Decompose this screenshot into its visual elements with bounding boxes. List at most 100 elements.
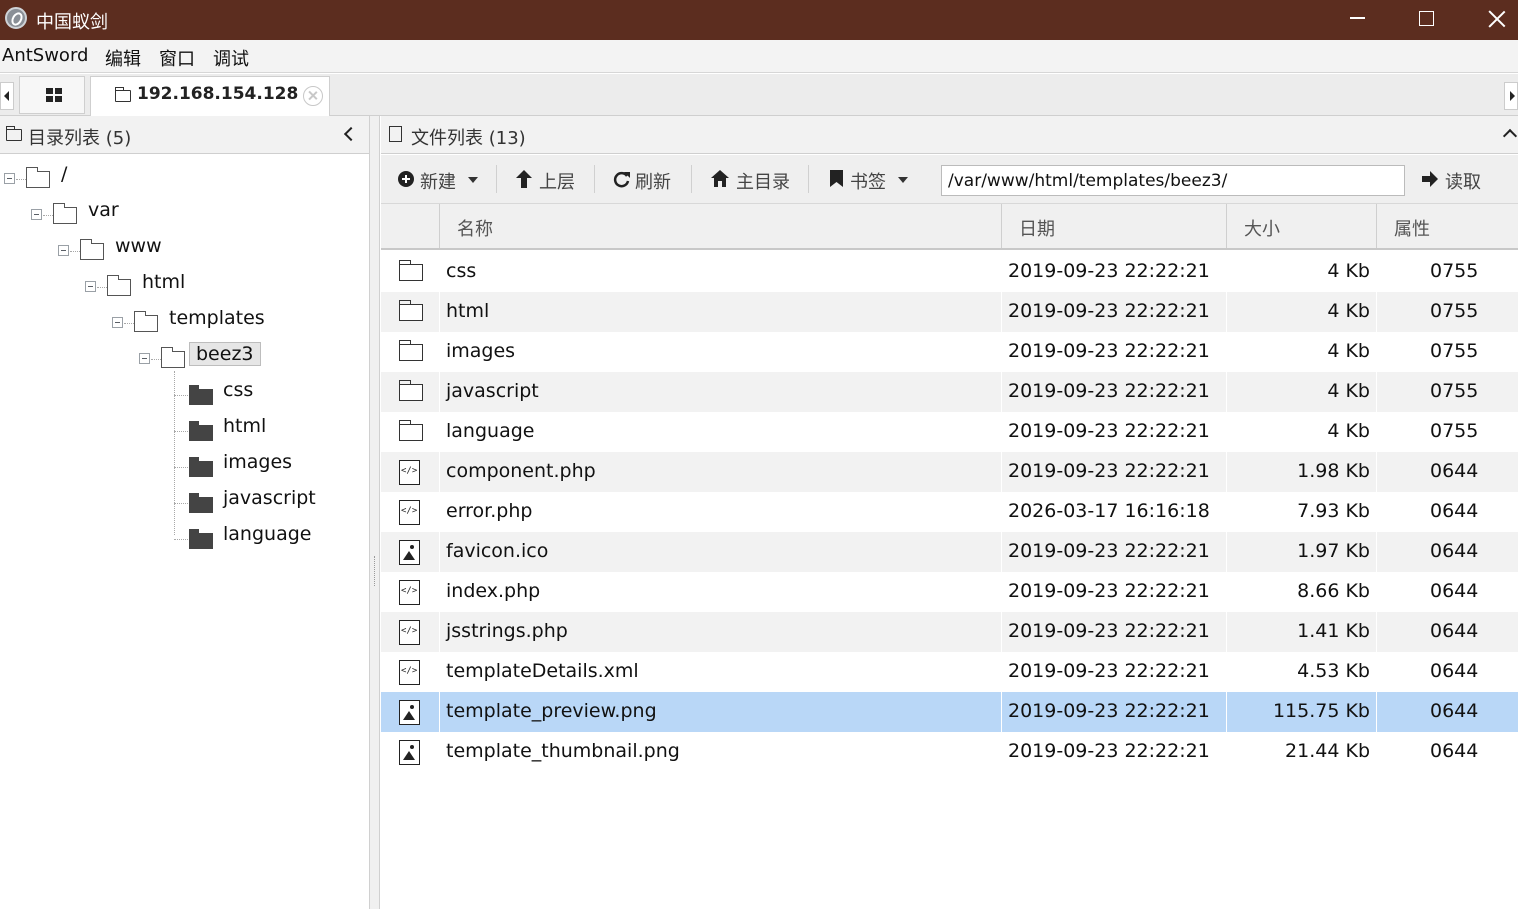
tree-node[interactable]: javascript — [0, 485, 369, 513]
tree-node-label[interactable]: / — [61, 163, 67, 185]
collapse-up-icon[interactable] — [1502, 128, 1518, 144]
minimize-button[interactable] — [1320, 0, 1390, 40]
file-row[interactable]: template_preview.png 2019-09-23 22:22:21 1… — [381, 692, 1518, 732]
refresh-button[interactable]: 刷新 — [605, 155, 685, 203]
up-label: 上层 — [539, 172, 575, 193]
bookmark-button[interactable]: 书签 — [818, 155, 918, 203]
tab-scroll-right-button[interactable] — [1504, 82, 1518, 110]
tab-scroll-left-button[interactable] — [0, 82, 14, 110]
file-row[interactable]: language 2019-09-23 22:22:21 4 Kb 0755 — [381, 412, 1518, 452]
tree-node-label[interactable]: beez3 — [189, 342, 261, 366]
column-header-name[interactable]: 名称 — [439, 204, 1001, 248]
tree-node[interactable]: language — [0, 521, 369, 549]
file-row[interactable]: template_thumbnail.png 2019-09-23 22:22:2… — [381, 732, 1518, 772]
close-window-button[interactable] — [1460, 0, 1518, 40]
tree-node-label[interactable]: javascript — [223, 487, 316, 509]
tree-connector — [70, 251, 80, 252]
file-size: 4.53 Kb — [1297, 660, 1370, 682]
up-directory-button[interactable]: 上层 — [507, 155, 587, 203]
tree-connector — [174, 539, 188, 540]
new-button[interactable]: 新建 — [391, 155, 491, 203]
file-permissions: 0644 — [1430, 460, 1479, 482]
tree-node-label[interactable]: templates — [169, 307, 265, 329]
file-size: 115.75 Kb — [1272, 700, 1370, 722]
image-file-icon — [399, 740, 420, 765]
tree-node[interactable]: beez3 — [0, 341, 369, 369]
file-row[interactable]: error.php 2026-03-17 16:16:18 7.93 Kb 0644 — [381, 492, 1518, 532]
path-input[interactable] — [941, 165, 1405, 196]
collapse-toggle-icon[interactable] — [58, 245, 69, 256]
tab-host[interactable]: 192.168.154.128 — [90, 76, 330, 116]
file-date: 2026-03-17 16:16:18 — [1008, 500, 1210, 522]
tree-node-label[interactable]: css — [223, 379, 253, 401]
file-panel: 文件列表 (13) 新建 上层 刷新 主目录 书签 /var/www/html/… — [381, 116, 1518, 909]
tree-node[interactable]: css — [0, 377, 369, 405]
maximize-button[interactable] — [1390, 0, 1460, 40]
tree-node[interactable]: html — [0, 413, 369, 441]
home-directory-button[interactable]: 主目录 — [701, 155, 801, 203]
tree-node[interactable]: / — [0, 161, 369, 189]
file-row[interactable]: images 2019-09-23 22:22:21 4 Kb 0755 — [381, 332, 1518, 372]
collapse-toggle-icon[interactable] — [31, 209, 42, 220]
plus-circle-icon — [398, 171, 414, 187]
file-date: 2019-09-23 22:22:21 — [1008, 380, 1210, 402]
file-row[interactable]: javascript 2019-09-23 22:22:21 4 Kb 0755 — [381, 372, 1518, 412]
menu-edit[interactable]: 编辑 — [105, 45, 141, 71]
file-row[interactable]: css 2019-09-23 22:22:21 4 Kb 0755 — [381, 252, 1518, 292]
menu-antsword[interactable]: AntSword — [2, 45, 88, 66]
tab-home[interactable] — [19, 76, 85, 114]
title-bar: 中国蚁剑 — [0, 0, 1518, 40]
folder-icon — [5, 126, 22, 141]
column-divider — [1226, 532, 1227, 572]
column-divider — [1226, 412, 1227, 452]
file-row[interactable]: html 2019-09-23 22:22:21 4 Kb 0755 — [381, 292, 1518, 332]
column-divider — [439, 452, 440, 492]
collapse-toggle-icon[interactable] — [85, 281, 96, 292]
tree-node[interactable]: www — [0, 233, 369, 261]
tree-connector — [174, 371, 175, 535]
file-name: language — [446, 420, 535, 442]
tree-node-label[interactable]: language — [223, 523, 311, 545]
tree-node-label[interactable]: var — [88, 199, 119, 221]
column-divider — [1376, 612, 1377, 652]
tree-node[interactable]: html — [0, 269, 369, 297]
file-row[interactable]: favicon.ico 2019-09-23 22:22:21 1.97 Kb 064… — [381, 532, 1518, 572]
folder-icon — [25, 167, 50, 188]
tab-close-icon[interactable] — [303, 86, 323, 106]
collapse-toggle-icon[interactable] — [139, 353, 150, 364]
tree-node-label[interactable]: www — [115, 235, 162, 257]
column-header-date[interactable]: 日期 — [1001, 204, 1226, 248]
column-header-size[interactable]: 大小 — [1226, 204, 1376, 248]
column-divider — [1001, 732, 1002, 772]
column-header-attributes[interactable]: 属性 — [1376, 204, 1518, 248]
file-size: 4 Kb — [1327, 420, 1370, 442]
menu-window[interactable]: 窗口 — [159, 45, 195, 71]
file-panel-title: 文件列表 (13) — [411, 128, 526, 149]
collapse-toggle-icon[interactable] — [4, 173, 15, 184]
column-divider — [1001, 452, 1002, 492]
column-divider — [439, 412, 440, 452]
collapse-panel-icon[interactable] — [343, 126, 359, 142]
tree-node[interactable]: images — [0, 449, 369, 477]
column-divider — [1226, 492, 1227, 532]
file-row[interactable]: templateDetails.xml 2019-09-23 22:22:21 4.… — [381, 652, 1518, 692]
read-button[interactable]: 读取 — [1415, 155, 1515, 203]
tree-node-label[interactable]: html — [142, 271, 185, 293]
toolbar-separator — [496, 165, 497, 193]
column-divider — [1376, 492, 1377, 532]
column-divider — [439, 332, 440, 372]
column-divider — [1226, 692, 1227, 732]
collapse-toggle-icon[interactable] — [112, 317, 123, 328]
file-permissions: 0644 — [1430, 540, 1479, 562]
file-row[interactable]: component.php 2019-09-23 22:22:21 1.98 Kb 0… — [381, 452, 1518, 492]
tree-node[interactable]: var — [0, 197, 369, 225]
tree-node-label[interactable]: images — [223, 451, 292, 473]
tree-node[interactable]: templates — [0, 305, 369, 333]
file-row[interactable]: index.php 2019-09-23 22:22:21 8.66 Kb 0644 — [381, 572, 1518, 612]
folder-icon — [398, 300, 423, 321]
menu-debug[interactable]: 调试 — [213, 45, 249, 71]
panel-splitter[interactable] — [370, 116, 380, 909]
tree-node-label[interactable]: html — [223, 415, 266, 437]
file-row[interactable]: jsstrings.php 2019-09-23 22:22:21 1.41 Kb 0… — [381, 612, 1518, 652]
folder-icon — [133, 311, 158, 332]
